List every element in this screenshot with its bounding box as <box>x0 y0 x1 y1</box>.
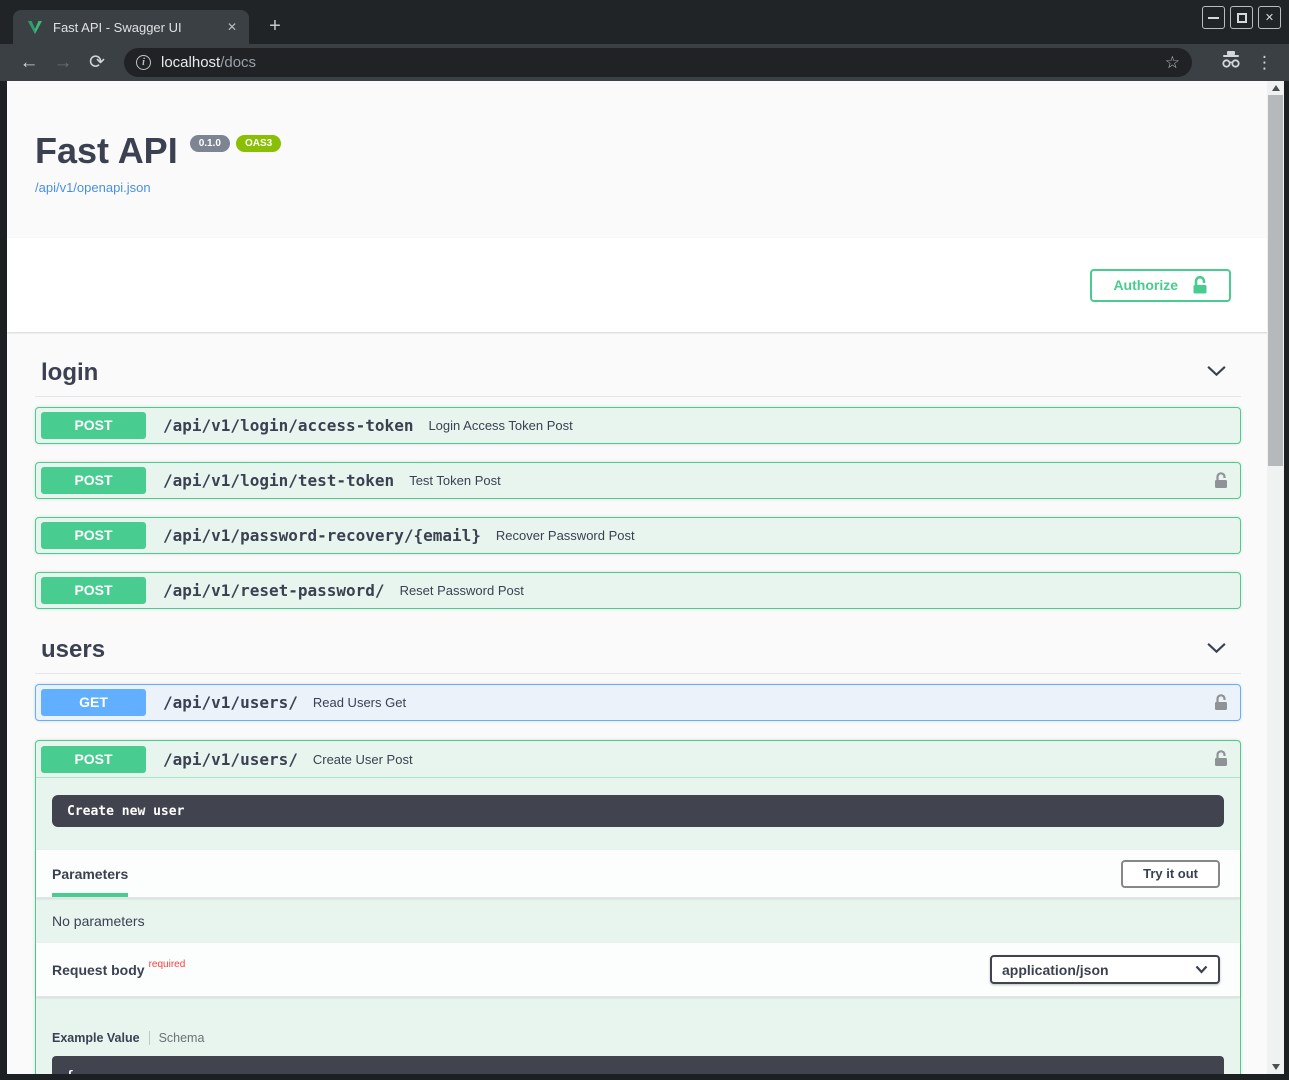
api-info: Fast API 0.1.0 OAS3 /api/v1/openapi.json <box>7 81 1267 197</box>
section-title: login <box>41 359 98 387</box>
reload-button[interactable]: ⟳ <box>83 51 111 74</box>
section-title: users <box>41 636 105 664</box>
parameters-tab[interactable]: Parameters <box>52 850 128 897</box>
operation-path: /api/v1/login/test-token <box>163 471 394 490</box>
operation-path: /api/v1/users/ <box>163 750 298 769</box>
method-badge: POST <box>41 577 146 604</box>
window-controls: ✕ <box>1202 6 1281 29</box>
incognito-icon <box>1220 51 1242 74</box>
minimize-icon <box>1208 17 1219 19</box>
operation-summary: Create User Post <box>313 752 413 767</box>
schema-tab[interactable]: Schema <box>159 1031 205 1045</box>
operation-row[interactable]: GET /api/v1/users/ Read Users Get <box>35 684 1241 721</box>
operation-path: /api/v1/users/ <box>163 693 298 712</box>
example-value-tab[interactable]: Example Value <box>52 1031 140 1045</box>
operation-row[interactable]: POST /api/v1/users/ Create User Post <box>36 741 1240 778</box>
method-badge: POST <box>41 412 146 439</box>
page-viewport: Fast API 0.1.0 OAS3 /api/v1/openapi.json… <box>7 81 1284 1074</box>
method-badge: POST <box>41 522 146 549</box>
scrollbar-down-arrow[interactable] <box>1267 1060 1284 1074</box>
vertical-scrollbar[interactable] <box>1267 81 1284 1074</box>
auth-lock-icon[interactable] <box>1214 750 1228 768</box>
operation-summary: Read Users Get <box>313 695 406 710</box>
request-body-text: Request body <box>52 962 145 978</box>
request-body-header: Request body required application/json <box>36 943 1240 997</box>
browser-tab[interactable]: Fast API - Swagger UI ✕ <box>13 10 249 44</box>
tab-separator <box>149 1031 150 1045</box>
fastapi-favicon-icon <box>27 19 43 35</box>
method-badge: POST <box>41 746 146 773</box>
page-title: Fast API <box>35 133 178 169</box>
chevron-down-icon[interactable] <box>1206 637 1239 663</box>
operation-row[interactable]: POST /api/v1/login/access-token Login Ac… <box>35 407 1241 444</box>
request-body-example: Example Value Schema { <box>36 997 1240 1074</box>
section-header-login[interactable]: login <box>35 359 1241 397</box>
parameters-header: Parameters Try it out <box>36 850 1240 898</box>
oas3-badge: OAS3 <box>236 135 281 152</box>
auth-lock-icon[interactable] <box>1214 694 1228 712</box>
operation-summary: Reset Password Post <box>400 583 524 598</box>
forward-button[interactable]: → <box>49 52 77 74</box>
authorize-label: Authorize <box>1113 277 1178 293</box>
auth-lock-icon[interactable] <box>1214 472 1228 490</box>
scrollbar-thumb[interactable] <box>1268 95 1283 466</box>
media-type-value: application/json <box>1002 962 1109 978</box>
operation-path: /api/v1/password-recovery/{email} <box>163 526 481 545</box>
operation-row[interactable]: POST /api/v1/login/test-token Test Token… <box>35 462 1241 499</box>
openapi-spec-link[interactable]: /api/v1/openapi.json <box>35 180 151 195</box>
scheme-container: Authorize <box>7 238 1284 332</box>
url-host: localhost <box>161 54 220 71</box>
select-chevron-icon <box>1195 965 1208 974</box>
operation-row[interactable]: POST /api/v1/reset-password/ Reset Passw… <box>35 572 1241 609</box>
browser-toolbar: ← → ⟳ i localhost/docs ☆ ⋮ <box>0 44 1289 81</box>
minimize-button[interactable] <box>1202 6 1225 29</box>
request-body-label: Request body required <box>52 962 185 978</box>
chevron-down-icon[interactable] <box>1206 360 1239 386</box>
scrollbar-up-arrow[interactable] <box>1267 81 1284 95</box>
back-button[interactable]: ← <box>15 52 43 74</box>
tab-strip: Fast API - Swagger UI ✕ + ✕ <box>0 0 1289 44</box>
url-text[interactable]: localhost/docs <box>161 54 1157 71</box>
operation-description: Create new user <box>52 795 1224 827</box>
browser-menu-icon[interactable]: ⋮ <box>1256 53 1273 73</box>
section-header-users[interactable]: users <box>35 636 1241 674</box>
method-badge: GET <box>41 689 146 716</box>
operations-area: login POST /api/v1/login/access-token Lo… <box>7 359 1267 1074</box>
version-badge: 0.1.0 <box>190 135 230 152</box>
operation-summary: Test Token Post <box>409 473 501 488</box>
tab-close-icon[interactable]: ✕ <box>223 18 241 36</box>
maximize-button[interactable] <box>1230 6 1253 29</box>
no-parameters-text: No parameters <box>36 898 1240 943</box>
required-badge: required <box>149 959 186 970</box>
operation-path: /api/v1/reset-password/ <box>163 581 385 600</box>
address-bar[interactable]: i localhost/docs ☆ <box>124 48 1192 77</box>
method-badge: POST <box>41 467 146 494</box>
bookmark-star-icon[interactable]: ☆ <box>1165 53 1180 73</box>
maximize-icon <box>1237 13 1247 23</box>
try-it-out-button[interactable]: Try it out <box>1121 860 1220 888</box>
tab-title: Fast API - Swagger UI <box>53 20 223 35</box>
operation-row[interactable]: POST /api/v1/password-recovery/{email} R… <box>35 517 1241 554</box>
operation-summary: Recover Password Post <box>496 528 635 543</box>
authorize-button[interactable]: Authorize <box>1090 269 1231 302</box>
close-window-button[interactable]: ✕ <box>1258 6 1281 29</box>
url-path: /docs <box>220 54 256 71</box>
media-type-select[interactable]: application/json <box>990 955 1220 984</box>
operation-path: /api/v1/login/access-token <box>163 416 413 435</box>
unlocked-padlock-icon <box>1192 276 1208 294</box>
site-info-icon[interactable]: i <box>136 55 151 70</box>
expanded-operation-block: POST /api/v1/users/ Create User Post Cre… <box>35 740 1241 1074</box>
example-code-block: { <box>52 1056 1224 1074</box>
operation-summary: Login Access Token Post <box>428 418 572 433</box>
new-tab-button[interactable]: + <box>262 14 288 40</box>
